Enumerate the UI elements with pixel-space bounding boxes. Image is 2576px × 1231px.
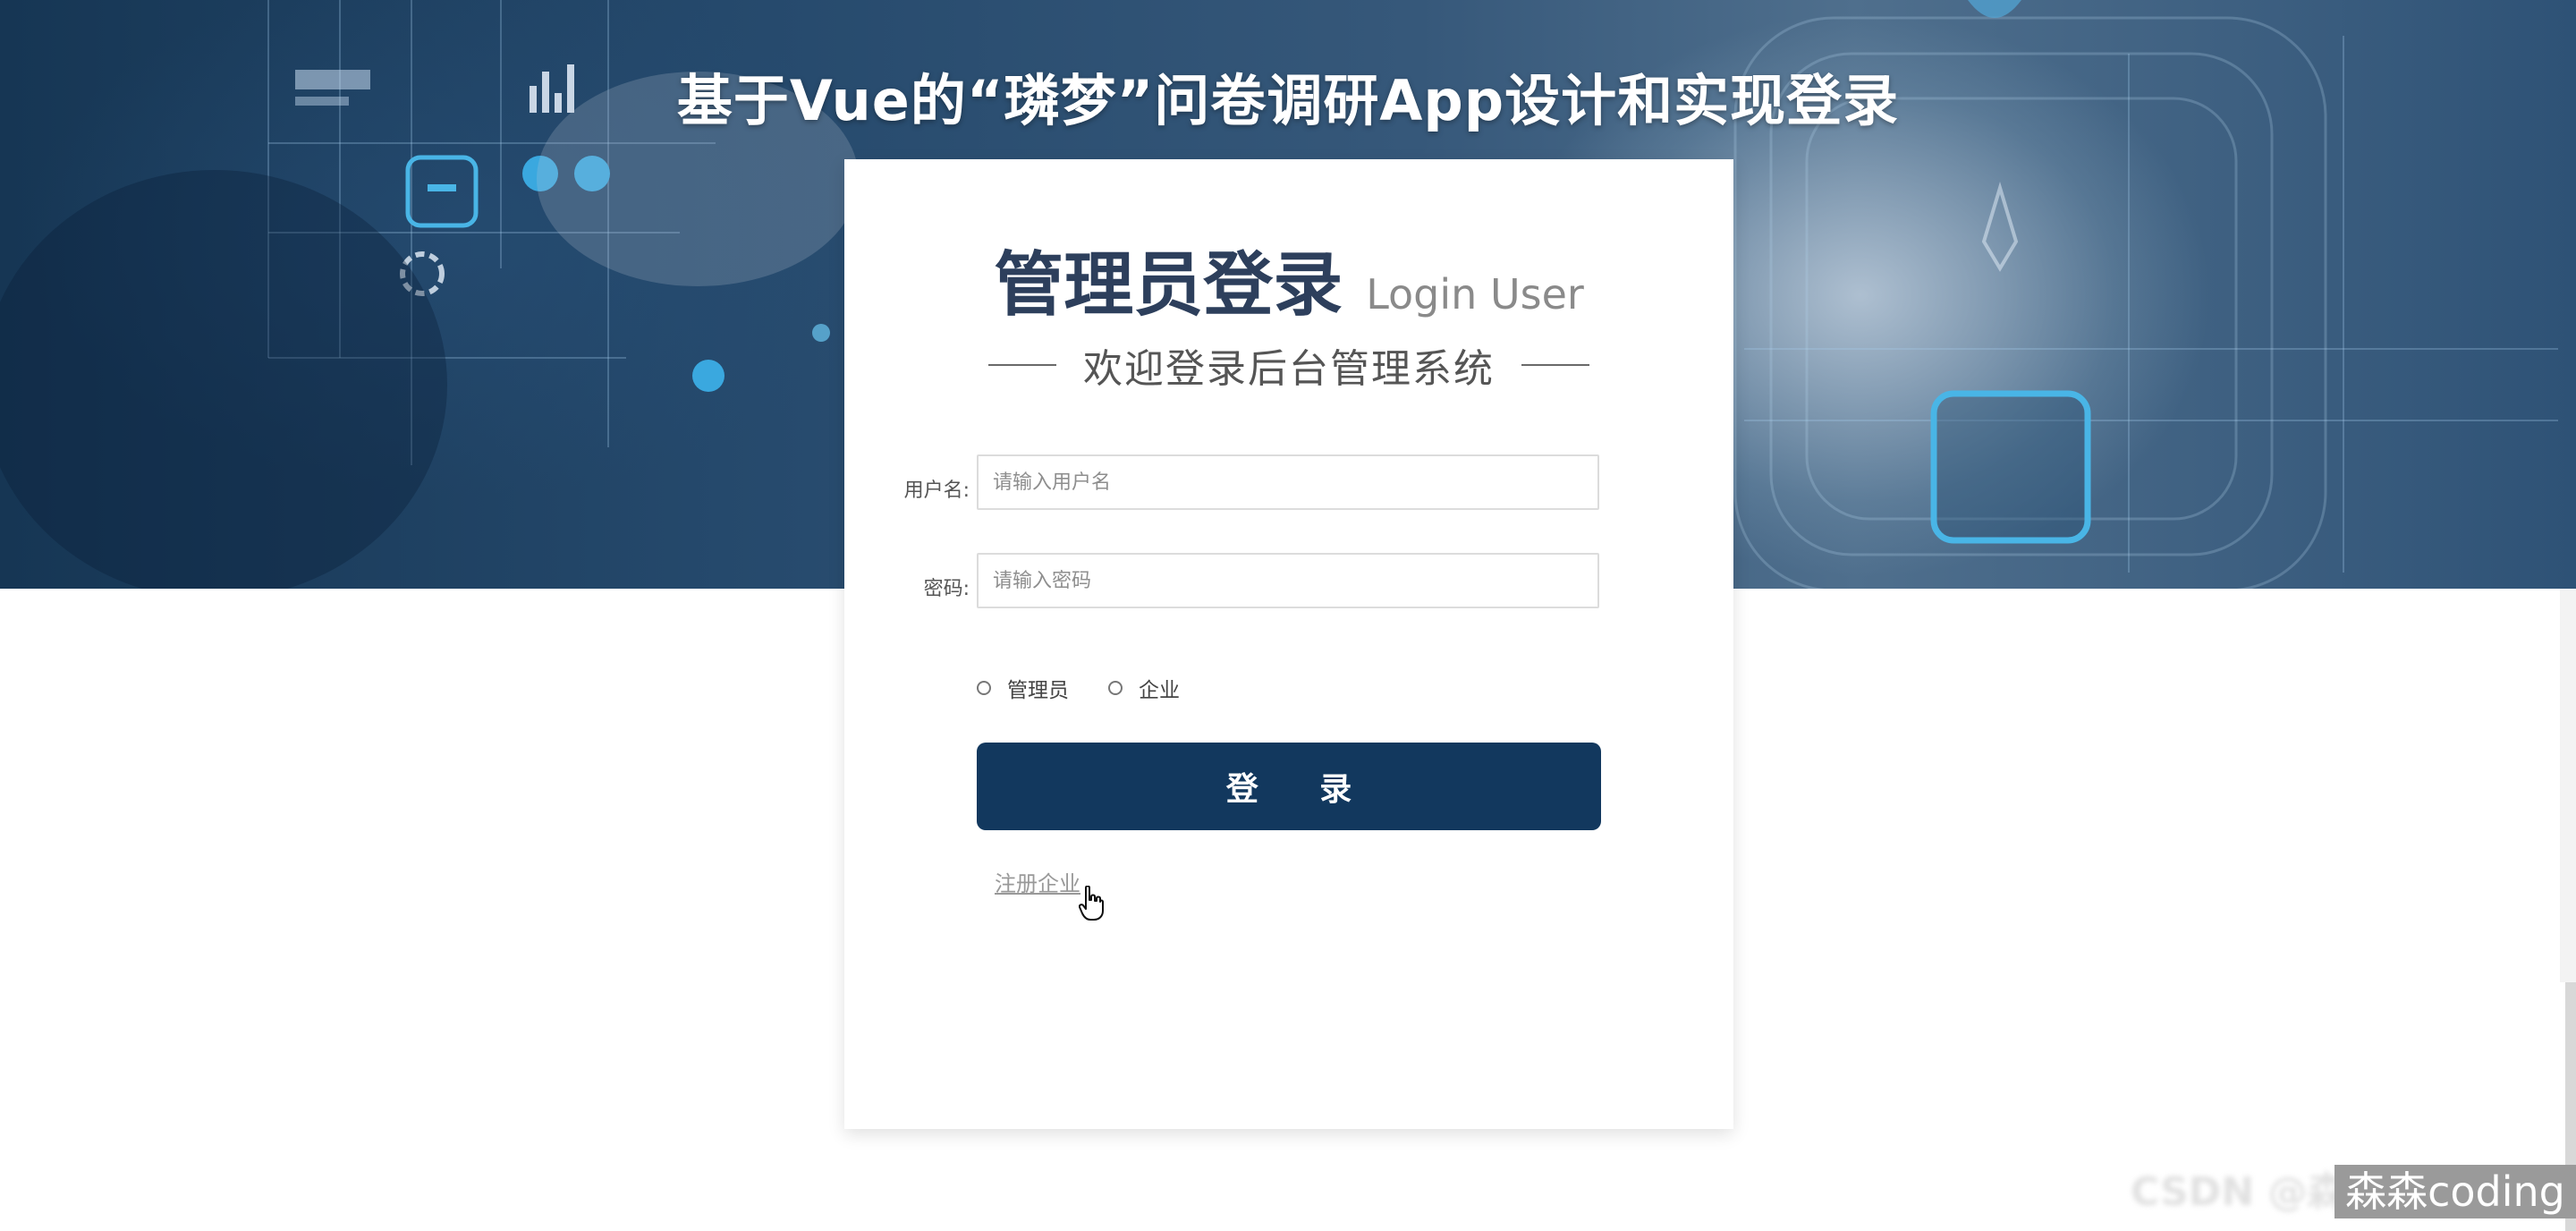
card-subtitle: Login User [1366, 270, 1584, 318]
watermark: 森森coding [2334, 1165, 2576, 1218]
username-input[interactable] [977, 454, 1599, 510]
radio-enterprise-label: 企业 [1139, 679, 1180, 702]
role-radio-group: 管理员 企业 [977, 673, 1219, 703]
radio-admin-label: 管理员 [1007, 679, 1069, 702]
scrollbar-track[interactable] [2560, 589, 2576, 982]
login-card: 管理员登录 Login User 欢迎登录后台管理系统 用户名: 密码: 管理员 … [844, 159, 1733, 1129]
divider-left [988, 364, 1056, 366]
welcome-row: 欢迎登录后台管理系统 [844, 336, 1733, 394]
card-header: 管理员登录 Login User [844, 229, 1733, 329]
radio-icon[interactable] [977, 681, 991, 695]
password-input[interactable] [977, 553, 1599, 608]
pointer-hand-icon [1079, 886, 1104, 921]
radio-enterprise[interactable]: 企业 [1108, 673, 1180, 703]
username-label: 用户名: [903, 480, 970, 502]
login-button[interactable]: 登 录 [977, 743, 1601, 830]
register-enterprise-link[interactable]: 注册企业 [995, 866, 1080, 897]
radio-admin[interactable]: 管理员 [977, 673, 1069, 703]
radio-icon[interactable] [1108, 681, 1123, 695]
page-title: 基于Vue的“璘梦”问卷调研App设计和实现登录 [676, 68, 1900, 133]
divider-right [1521, 364, 1589, 366]
card-title: 管理员登录 [994, 245, 1343, 326]
welcome-text: 欢迎登录后台管理系统 [1083, 346, 1495, 392]
password-label: 密码: [923, 578, 970, 600]
